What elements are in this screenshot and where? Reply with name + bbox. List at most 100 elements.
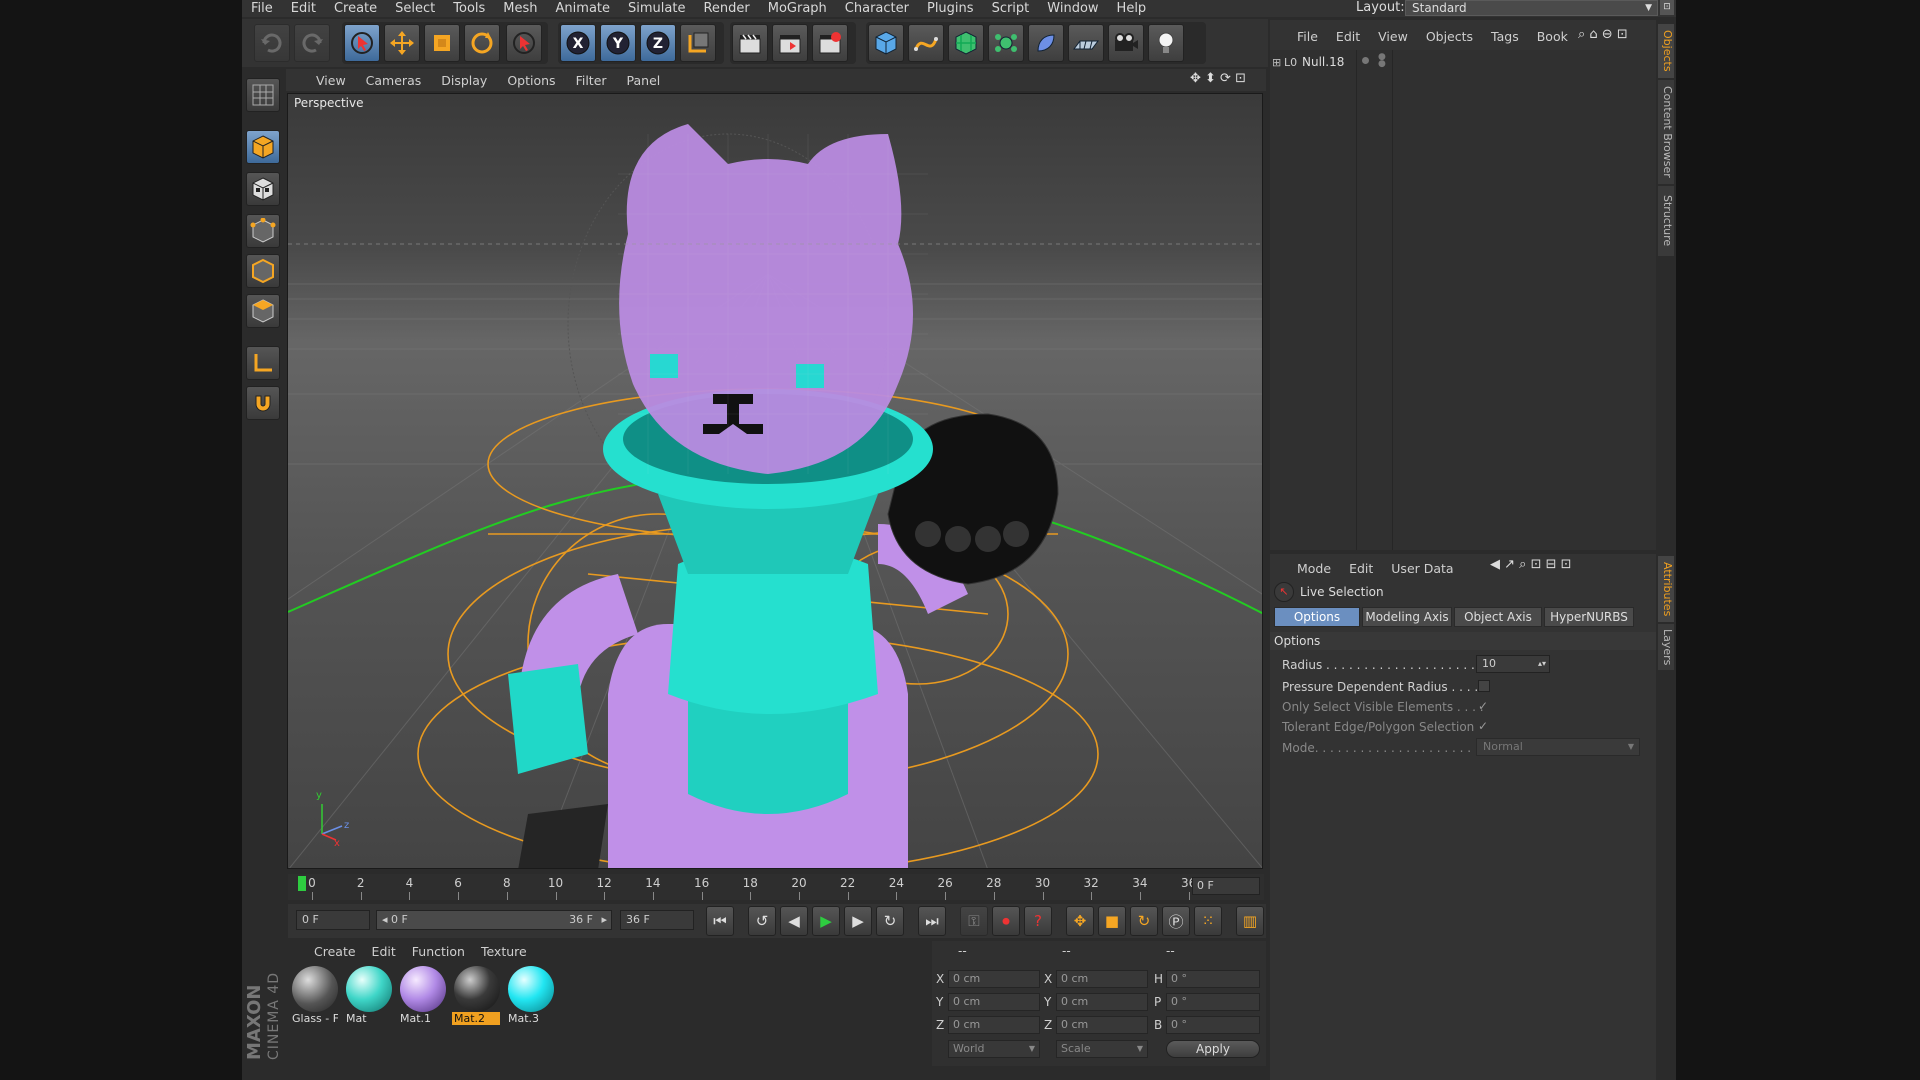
layout-dropdown[interactable]: Standard ▼ [1405,0,1658,16]
y-axis-lock-button[interactable]: Y [600,24,636,62]
menu-character[interactable]: Character [836,1,918,16]
object-row[interactable]: ⊞ L0 Null.18 [1272,53,1344,71]
menu-animate[interactable]: Animate [547,1,619,16]
points-mode-button[interactable] [246,214,280,248]
mode-dropdown[interactable]: Normal ▼ [1476,738,1640,756]
object-menu-edit[interactable]: Edit [1327,29,1369,44]
menu-render[interactable]: Render [694,1,758,16]
viewport-menu-cameras[interactable]: Cameras [356,73,432,88]
previous-key-button[interactable]: ↺ [748,906,776,936]
key-pla-button[interactable]: ⁙ [1194,906,1222,936]
tab-object-axis[interactable]: Object Axis [1454,607,1542,627]
current-frame-field[interactable]: 0 F [1192,877,1260,895]
viewport-menu-display[interactable]: Display [431,73,497,88]
light-button[interactable] [1148,24,1184,62]
coordinate-space-dropdown[interactable]: World ▼ [948,1040,1040,1058]
menu-script[interactable]: Script [983,1,1039,16]
menu-plugins[interactable]: Plugins [918,1,983,16]
make-editable-button[interactable] [246,78,280,112]
deformer-button[interactable] [1028,24,1064,62]
material-swatch-selected[interactable]: Mat.2 [452,966,502,1030]
menu-tools[interactable]: Tools [444,1,494,16]
record-keys-button[interactable]: ⚿ [960,906,988,936]
menu-mograph[interactable]: MoGraph [759,1,836,16]
material-menu-function[interactable]: Function [404,944,473,959]
object-menu-file[interactable]: File [1288,29,1327,44]
play-button[interactable]: ▶ [812,906,840,936]
attribute-menu-edit[interactable]: Edit [1340,561,1382,576]
live-selection-button[interactable] [344,24,380,62]
size-mode-dropdown[interactable]: Scale ▼ [1056,1040,1148,1058]
tab-hypernurbs[interactable]: HyperNURBS [1544,607,1634,627]
menu-select[interactable]: Select [386,1,444,16]
side-tab-layers[interactable]: Layers [1658,624,1674,670]
viewport-menu-filter[interactable]: Filter [566,73,617,88]
material-swatch[interactable]: Mat.3 [506,966,556,1030]
menu-simulate[interactable]: Simulate [619,1,694,16]
z-axis-lock-button[interactable]: Z [640,24,676,62]
material-menu-texture[interactable]: Texture [473,944,535,959]
size-y-field[interactable]: 0 cm [1056,993,1148,1011]
x-axis-lock-button[interactable]: X [560,24,596,62]
keyframe-selection-button[interactable]: ? [1024,906,1052,936]
end-frame-field[interactable]: 36 F [620,910,694,930]
spline-pen-button[interactable] [908,24,944,62]
next-key-button[interactable]: ↻ [876,906,904,936]
floor-button[interactable] [1068,24,1104,62]
pos-y-field[interactable]: 0 cm [948,993,1040,1011]
object-manager-search-home-icons[interactable]: ⌕ ⌂ ⊖ ⊡ [1578,27,1628,42]
recent-tool-button[interactable] [506,24,542,62]
material-menu-create[interactable]: Create [288,944,364,959]
tolerant-selection-checkbox[interactable]: ✓ [1478,719,1488,733]
material-menu-edit[interactable]: Edit [364,944,404,959]
autokeying-button[interactable]: ⏺ [992,906,1020,936]
attribute-menu-mode[interactable]: Mode [1288,561,1340,576]
object-menu-tags[interactable]: Tags [1482,29,1528,44]
tab-modeling-axis[interactable]: Modeling Axis [1362,607,1452,627]
viewport-menu-view[interactable]: View [286,73,356,88]
next-frame-button[interactable]: ▶ [844,906,872,936]
size-z-field[interactable]: 0 cm [1056,1016,1148,1034]
subdivision-surface-button[interactable] [948,24,984,62]
key-scale-button[interactable]: ■ [1098,906,1126,936]
coordinate-system-button[interactable] [680,24,716,62]
cloner-button[interactable] [988,24,1024,62]
menu-file[interactable]: File [242,1,282,16]
attribute-menu-user-data[interactable]: User Data [1382,561,1462,576]
apply-button[interactable]: Apply [1166,1040,1260,1058]
radius-field[interactable]: 10 ▴▾ [1476,655,1550,673]
viewport-nav-icons[interactable]: ✥ ⬍ ⟳ ⊡ [1190,71,1246,86]
undo-button[interactable] [254,24,290,62]
viewport-menu-panel[interactable]: Panel [617,73,671,88]
menu-mesh[interactable]: Mesh [494,1,546,16]
menu-edit[interactable]: Edit [282,1,325,16]
material-swatch[interactable]: Glass - F [290,966,340,1030]
rot-p-field[interactable]: 0 ° [1166,993,1260,1011]
menu-window[interactable]: Window [1038,1,1107,16]
side-tab-structure[interactable]: Structure [1658,186,1674,256]
cube-button[interactable] [868,24,904,62]
key-parameter-button[interactable]: Ⓟ [1162,906,1190,936]
previous-frame-button[interactable]: ◀ [780,906,808,936]
tab-options[interactable]: Options [1274,607,1360,627]
size-x-field[interactable]: 0 cm [1056,970,1148,988]
object-menu-objects[interactable]: Objects [1417,29,1482,44]
timeline-ruler[interactable] [288,874,1264,900]
render-settings-button[interactable] [812,24,848,62]
go-to-end-button[interactable]: ⏭ [918,906,946,936]
key-position-button[interactable]: ✥ [1066,906,1094,936]
attribute-nav-icons[interactable]: ◀ ↗ ⌕ ⊡ ⊟ ⊡ [1490,557,1572,572]
scale-tool-button[interactable] [424,24,460,62]
texture-mode-button[interactable] [246,172,280,206]
perspective-viewport[interactable]: y z x Perspective [287,93,1263,869]
timeline-window-button[interactable]: ▥ [1236,906,1264,936]
playhead-marker[interactable] [298,876,306,891]
object-menu-bookmarks[interactable]: Book [1528,29,1577,44]
key-rotation-button[interactable]: ↻ [1130,906,1158,936]
model-mode-button[interactable] [246,130,280,164]
pos-z-field[interactable]: 0 cm [948,1016,1040,1034]
material-swatch[interactable]: Mat [344,966,394,1030]
camera-button[interactable] [1108,24,1144,62]
edges-mode-button[interactable] [246,254,280,288]
object-menu-view[interactable]: View [1369,29,1417,44]
